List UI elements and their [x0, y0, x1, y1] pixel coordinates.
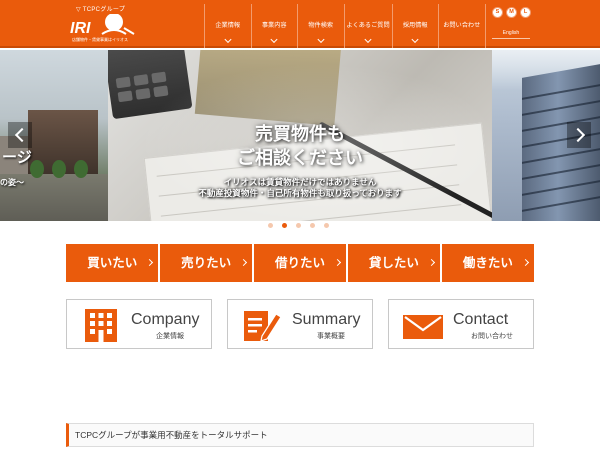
- prev-slide-title: ージ: [2, 149, 32, 166]
- info-boxes: Company 企業情報 Summary 事業概要 Contact お問い合わせ: [66, 299, 534, 349]
- summary-box[interactable]: Summary 事業概要: [227, 299, 373, 349]
- slider-dot[interactable]: [324, 223, 329, 228]
- nav-contact[interactable]: お問い合わせ: [439, 4, 486, 48]
- chevron-down-icon: [411, 35, 419, 44]
- nav-recruit[interactable]: 採用情報: [393, 4, 439, 48]
- font-size-medium-button[interactable]: M: [506, 7, 517, 18]
- main-nav: 企業情報 事業内容 物件検索 よくあるご質問 採用情報 お問い合わせ: [204, 4, 486, 48]
- site-logo[interactable]: ▽ TCPCグループ IRI 店舗物件・賃貸事業はイリオス: [64, 3, 144, 45]
- summary-subtitle: 事業概要: [317, 333, 345, 340]
- slider-dot-active[interactable]: [282, 223, 287, 228]
- buy-button[interactable]: 買いたい: [66, 244, 159, 282]
- chevron-down-icon: [317, 35, 325, 44]
- english-link[interactable]: English: [492, 30, 530, 39]
- rent-button[interactable]: 借りたい: [253, 244, 347, 282]
- chevron-right-icon: [428, 258, 436, 267]
- category-buttons: 買いたい 売りたい 借りたい 貸したい 働きたい: [66, 244, 535, 282]
- summary-title: Summary: [292, 311, 361, 328]
- nav-faq[interactable]: よくあるご質問: [345, 4, 393, 48]
- chevron-down-icon: [224, 35, 232, 44]
- sell-button[interactable]: 売りたい: [159, 244, 253, 282]
- hero-subtitle: イリオスは賃貸物件だけではありません 不動産投資物件・自己所有物件も取り扱ってお…: [198, 177, 402, 198]
- group-logo-icon: ▽: [76, 7, 81, 13]
- contact-title: Contact: [453, 311, 509, 328]
- chevron-down-icon: [364, 35, 372, 44]
- lease-button[interactable]: 貸したい: [347, 244, 441, 282]
- logo-text: IRI: [70, 20, 91, 36]
- company-subtitle: 企業情報: [156, 333, 184, 340]
- group-label: ▽ TCPCグループ: [76, 7, 126, 13]
- font-size-switcher: S M L: [492, 7, 531, 18]
- chevron-right-icon: [240, 258, 248, 267]
- section-headline: TCPCグループが事業用不動産をトータルサポート: [66, 423, 534, 447]
- hero-title: 売買物件も ご相談ください: [237, 124, 363, 168]
- contact-subtitle: お問い合わせ: [471, 333, 513, 340]
- slider-pagination: [268, 223, 329, 228]
- chevron-right-icon: [146, 258, 154, 267]
- company-box[interactable]: Company 企業情報: [66, 299, 212, 349]
- logo-tagline: 店舗物件・賃貸事業はイリオス: [72, 37, 128, 42]
- slider-dot[interactable]: [310, 223, 315, 228]
- hero-slider: ージ の姿～ 売買物件も ご相談ください イリオスは賃貸物件だけではありません …: [0, 50, 600, 221]
- slider-dot[interactable]: [296, 223, 301, 228]
- site-header: ▽ TCPCグループ IRI 店舗物件・賃貸事業はイリオス 企業情報 事業内容 …: [0, 0, 600, 48]
- nav-company[interactable]: 企業情報: [205, 4, 252, 48]
- font-size-large-button[interactable]: L: [520, 7, 531, 18]
- nav-business[interactable]: 事業内容: [252, 4, 298, 48]
- slide-current: 売買物件も ご相談ください イリオスは賃貸物件だけではありません 不動産投資物件…: [108, 50, 492, 221]
- chevron-right-icon: [334, 258, 342, 267]
- iris-logo-mark: IRI: [70, 14, 135, 36]
- slider-dot[interactable]: [268, 223, 273, 228]
- contact-box[interactable]: Contact お問い合わせ: [388, 299, 534, 349]
- chevron-down-icon: [270, 35, 278, 44]
- prev-slide-subtitle: の姿～: [0, 178, 24, 187]
- font-size-small-button[interactable]: S: [492, 7, 503, 18]
- slider-prev-arrow-icon[interactable]: [8, 122, 32, 148]
- nav-property-search[interactable]: 物件検索: [298, 4, 345, 48]
- company-title: Company: [131, 311, 200, 328]
- work-button[interactable]: 働きたい: [441, 244, 535, 282]
- chevron-right-icon: [521, 258, 530, 267]
- slider-next-arrow-icon[interactable]: [567, 122, 591, 148]
